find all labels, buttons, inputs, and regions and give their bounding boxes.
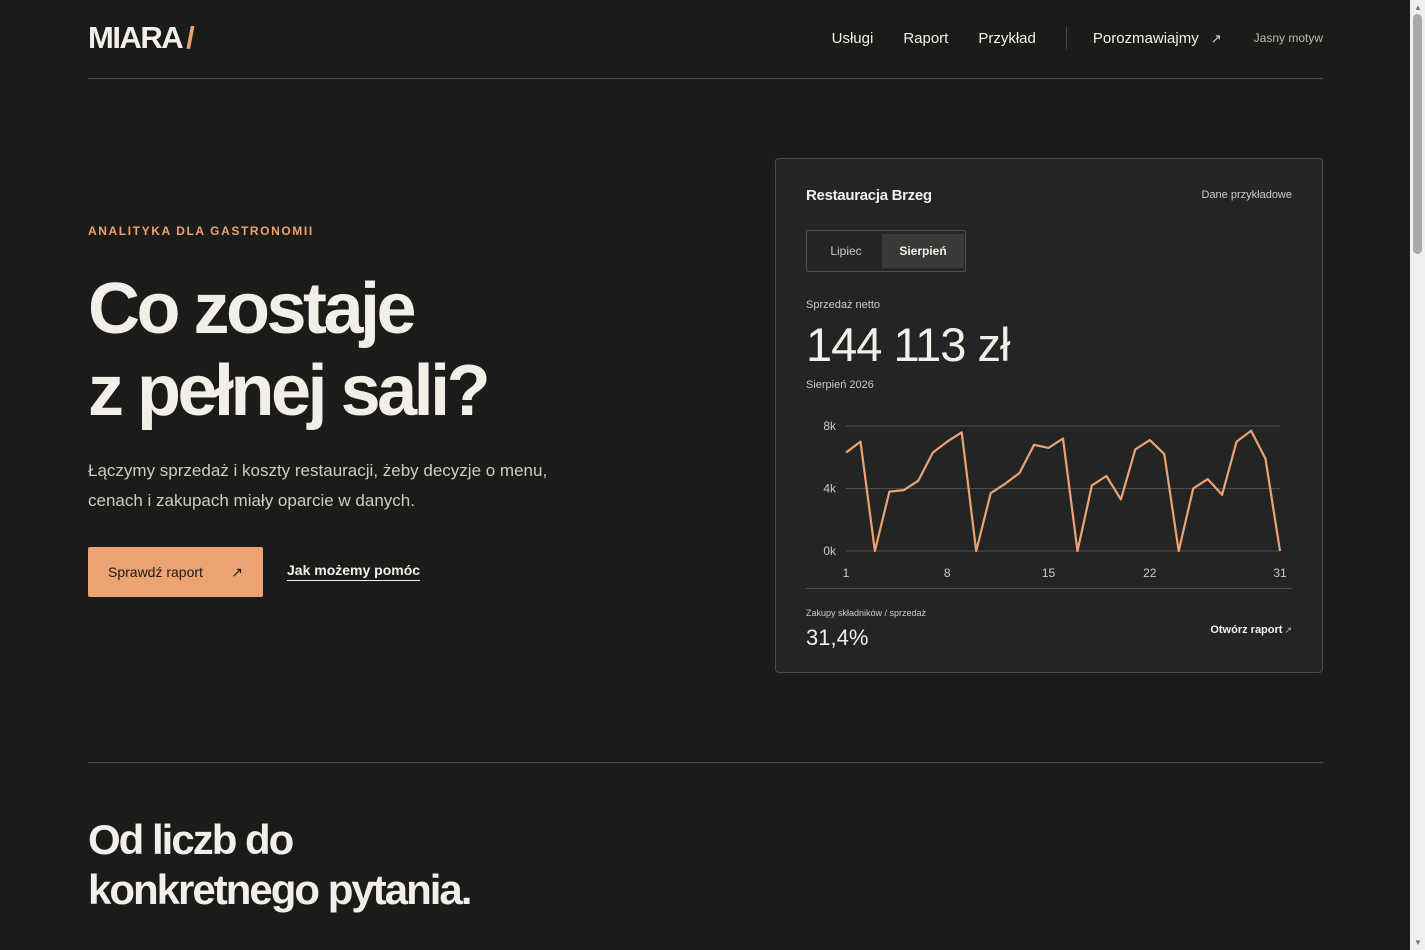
scroll-down-icon[interactable]: ▼ [1414, 938, 1422, 947]
metric-label: Sprzedaż netto [806, 299, 880, 311]
report-preview-card: Restauracja Brzeg Dane przykładowe Lipie… [775, 158, 1323, 673]
hero-title-line-2: z pełnej sali? [88, 351, 491, 431]
contact-link-label: Porozmawiajmy [1092, 29, 1199, 47]
arrow-up-right-icon: ↗ [1284, 625, 1292, 635]
section-divider [88, 762, 1323, 763]
y-tick-label: 4k [823, 482, 837, 496]
logo-text: MIARA [88, 20, 184, 55]
x-tick-label: 31 [1273, 566, 1287, 580]
card-divider [806, 588, 1292, 589]
theme-toggle[interactable]: Jasny motyw [1254, 31, 1323, 45]
x-tick-label: 15 [1042, 566, 1056, 580]
open-report-label: Otwórz raport [1210, 624, 1283, 636]
main-nav: Usługi Raport Przykład Porozmawiajmy ↗ Ja… [832, 27, 1323, 49]
hero-description: Łączymy sprzedaż i koszty restauracji, ż… [88, 461, 548, 510]
nav-link-raport[interactable]: Raport [903, 30, 948, 47]
nav-link-uslugi[interactable]: Usługi [832, 30, 874, 47]
open-report-link[interactable]: Otwórz raport ↗ [1210, 624, 1292, 636]
arrow-up-right-icon: ↗ [231, 563, 243, 580]
metric-period: Sierpień 2026 [806, 379, 874, 391]
contact-link[interactable]: Porozmawiajmy ↗ [1093, 30, 1222, 47]
nav-divider [1065, 27, 1067, 49]
site-header: MIARA / Usługi Raport Przykład Porozmawia… [88, 0, 1323, 79]
page-scrollbar[interactable]: ▲ ▼ [1410, 0, 1425, 950]
check-report-button[interactable]: Sprawdź raport ↗ [88, 547, 263, 597]
section-title: Od liczb do konkretnego pytania. [88, 815, 472, 915]
logo-slash: / [186, 20, 195, 55]
x-tick-label: 1 [843, 566, 850, 580]
x-tick-label: 8 [944, 566, 951, 580]
section-title-line-1: Od liczb do [88, 816, 294, 863]
metric-value: 144 113 zł [806, 318, 1010, 371]
scrollbar-thumb[interactable] [1413, 14, 1422, 254]
card-title: Restauracja Brzeg [806, 187, 932, 204]
tab-sierpien[interactable]: Sierpień [882, 234, 964, 268]
hero-title: Co zostaje z pełnej sali? [88, 268, 491, 432]
x-tick-label: 22 [1143, 566, 1157, 580]
check-report-button-label: Sprawdź raport [108, 564, 203, 580]
y-tick-label: 8k [823, 419, 837, 433]
arrow-up-right-icon: ↗ [1210, 30, 1222, 46]
section-title-line-2: konkretnego pytania. [88, 866, 472, 913]
series-line [845, 429, 1282, 553]
daily-sales-chart: 0k 4k 8k 1 8 15 22 31 [823, 419, 1287, 580]
ratio-value: 31,4% [806, 625, 869, 650]
hero-eyebrow: ANALITYKA DLA GASTRONOMII [88, 224, 314, 238]
hero-title-line-1: Co zostaje [88, 269, 417, 349]
nav-link-przyklad[interactable]: Przykład [978, 30, 1036, 47]
tab-lipiec[interactable]: Lipiec [810, 234, 882, 268]
logo[interactable]: MIARA / [88, 20, 195, 56]
ratio-label: Zakupy składników / sprzedaż [806, 608, 927, 618]
y-tick-label: 0k [823, 544, 837, 558]
scroll-up-icon[interactable]: ▲ [1414, 3, 1422, 12]
how-we-help-link[interactable]: Jak możemy pomóc [287, 562, 421, 581]
month-toggle: Lipiec Sierpień [806, 230, 966, 272]
sample-data-note: Dane przykładowe [1201, 189, 1293, 201]
